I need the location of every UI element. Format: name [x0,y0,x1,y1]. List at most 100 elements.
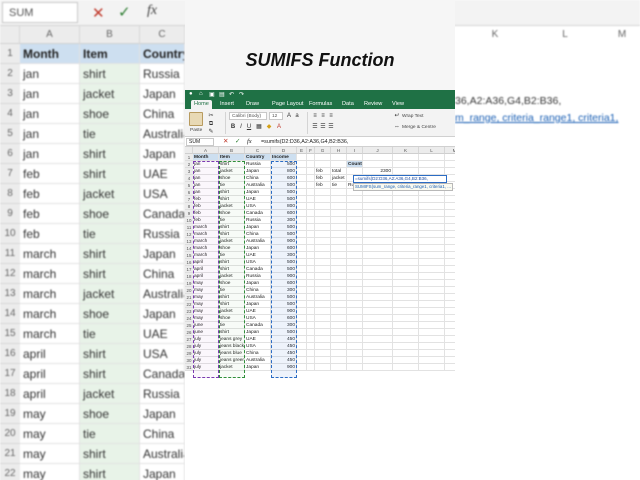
cell[interactable] [419,280,445,287]
font-name-select[interactable]: Calibri (Body) [229,112,267,120]
cell[interactable] [307,301,315,308]
cell[interactable] [363,336,393,343]
row-header[interactable]: 28 [185,343,193,350]
cell[interactable] [315,231,331,238]
bg-cell[interactable]: shoe [80,204,140,224]
cell[interactable] [307,259,315,266]
cell[interactable] [331,322,347,329]
cell[interactable] [315,161,331,168]
cell[interactable] [445,217,455,224]
cell[interactable]: UAE [245,252,271,259]
cell[interactable] [393,224,419,231]
cell[interactable] [419,245,445,252]
row-header[interactable]: 27 [185,336,193,343]
cell[interactable] [393,210,419,217]
cell[interactable] [347,266,363,273]
bg-cancel-icon[interactable]: ✕ [92,4,105,22]
cell[interactable] [363,231,393,238]
cell[interactable] [363,252,393,259]
cancel-icon[interactable]: ✕ [223,138,228,146]
cell[interactable] [315,154,331,161]
cell[interactable] [315,336,331,343]
bg-row-header[interactable]: 11 [0,244,20,264]
bg-select-all[interactable] [0,26,20,44]
bg-cell[interactable]: Japan [140,404,185,424]
cell[interactable] [331,203,347,210]
cell[interactable] [393,280,419,287]
cell[interactable] [347,364,363,371]
font-size-select[interactable]: 12 [269,112,283,120]
col-header-d[interactable]: D [271,147,297,154]
cell[interactable] [307,217,315,224]
cell[interactable] [419,301,445,308]
row-header[interactable]: 16 [185,259,193,266]
cell[interactable] [315,196,331,203]
cell[interactable] [331,252,347,259]
cell[interactable] [297,217,307,224]
cell[interactable] [363,210,393,217]
cell[interactable] [307,161,315,168]
cell[interactable] [297,315,307,322]
cell[interactable] [393,364,419,371]
bg-cell[interactable]: China [140,264,185,284]
cell[interactable] [315,273,331,280]
cell[interactable] [347,322,363,329]
bg-row-header[interactable]: 17 [0,364,20,384]
cell[interactable] [419,259,445,266]
cell[interactable]: Japan [245,301,271,308]
cell[interactable]: Japan [245,189,271,196]
cell[interactable] [445,210,455,217]
bg-cell[interactable]: UAE [140,164,185,184]
bg-row-header[interactable]: 4 [0,104,20,124]
cell[interactable] [419,357,445,364]
col-header-a[interactable]: A [193,147,219,154]
bg-cell[interactable]: shirt [80,344,140,364]
cell[interactable] [331,287,347,294]
save-icon[interactable]: ▣ [209,91,215,98]
cell[interactable] [297,182,307,189]
bg-cell[interactable]: jacket [80,284,140,304]
row-header[interactable]: 19 [185,280,193,287]
bg-cell[interactable]: Japan [140,84,185,104]
cell[interactable]: Australia [245,294,271,301]
cell[interactable] [331,350,347,357]
align-top-icon[interactable]: ≡ [311,112,319,120]
col-header-m[interactable]: M [445,147,455,154]
cell[interactable] [393,322,419,329]
paste-icon[interactable] [189,112,203,126]
cell[interactable] [315,217,331,224]
bg-cell[interactable]: shirt [80,144,140,164]
row-header[interactable]: 7 [185,196,193,203]
cell[interactable] [393,217,419,224]
bg-confirm-icon[interactable]: ✓ [118,3,131,21]
formula-input[interactable]: =sumifs(D2:D36,A2:A36,G4,B2:B36, [261,138,348,146]
cell[interactable] [445,357,455,364]
bg-row-header[interactable]: 9 [0,204,20,224]
bg-cell[interactable]: shirt [80,64,140,84]
cell[interactable] [347,357,363,364]
bg-cell[interactable]: Japan [140,304,185,324]
cell[interactable] [393,294,419,301]
cell[interactable]: China [245,175,271,182]
cell[interactable] [347,350,363,357]
cell[interactable] [393,343,419,350]
cell[interactable] [307,280,315,287]
cell[interactable] [393,301,419,308]
fill-color-icon[interactable]: ◆ [265,123,273,131]
cell[interactable] [331,266,347,273]
cell[interactable] [315,301,331,308]
col-header-k[interactable]: K [393,147,419,154]
col-header-i[interactable]: I [347,147,363,154]
bg-row-header[interactable]: 21 [0,444,20,464]
cell[interactable] [363,322,393,329]
cell[interactable] [307,357,315,364]
cell[interactable] [347,245,363,252]
cell[interactable] [419,224,445,231]
cell[interactable]: total [331,168,347,175]
cell[interactable] [307,273,315,280]
cell[interactable] [419,168,445,175]
cell[interactable] [363,315,393,322]
cell[interactable] [393,266,419,273]
wrap-text-button[interactable]: Wrap Text [402,114,423,119]
cell[interactable]: 2300 [363,168,393,175]
